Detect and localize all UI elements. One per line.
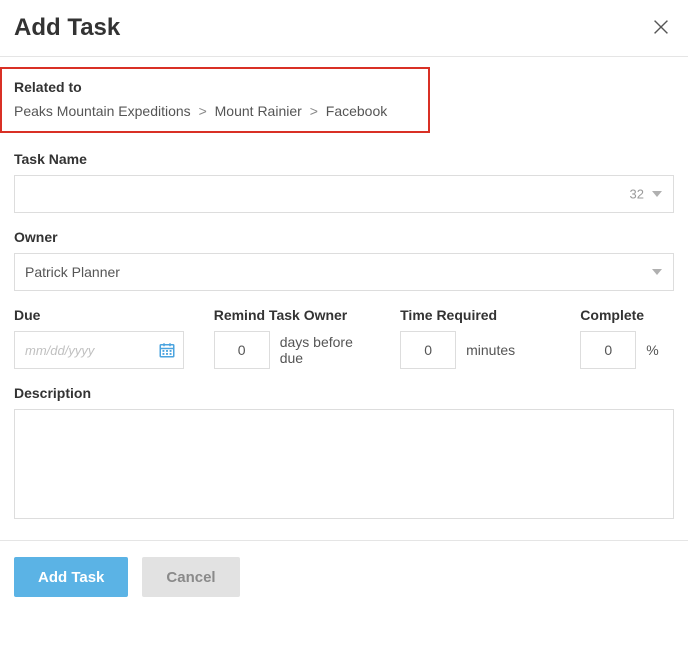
task-name-input[interactable] — [14, 175, 674, 213]
dialog-title: Add Task — [14, 14, 120, 42]
description-textarea[interactable] — [14, 409, 674, 519]
breadcrumb-item[interactable]: Peaks Mountain Expeditions — [14, 103, 191, 119]
complete-field: Complete % — [580, 307, 674, 369]
breadcrumb-item[interactable]: Mount Rainier — [215, 103, 302, 119]
time-required-field: Time Required minutes — [400, 307, 556, 369]
task-name-label: Task Name — [14, 151, 674, 167]
owner-field: Owner Patrick Planner — [14, 229, 674, 291]
remind-unit: days before due — [280, 334, 376, 366]
add-task-button[interactable]: Add Task — [14, 557, 128, 597]
owner-selected-value: Patrick Planner — [25, 264, 120, 280]
complete-input[interactable] — [580, 331, 636, 369]
time-required-input[interactable] — [400, 331, 456, 369]
remind-field: Remind Task Owner days before due — [214, 307, 376, 369]
related-to-box: Related to Peaks Mountain Expeditions > … — [0, 67, 430, 133]
close-icon[interactable] — [650, 16, 674, 40]
related-to-label: Related to — [14, 79, 416, 95]
calendar-icon[interactable] — [158, 341, 176, 359]
time-required-label: Time Required — [400, 307, 556, 323]
add-task-dialog: Add Task Related to Peaks Mountain Exped… — [0, 0, 688, 613]
description-label: Description — [14, 385, 674, 401]
task-name-field: Task Name 32 — [14, 151, 674, 213]
description-field: Description — [14, 385, 674, 524]
breadcrumb: Peaks Mountain Expeditions > Mount Raini… — [14, 103, 416, 119]
cancel-button[interactable]: Cancel — [142, 557, 239, 597]
caret-down-icon[interactable] — [652, 189, 662, 199]
remind-days-input[interactable] — [214, 331, 270, 369]
owner-label: Owner — [14, 229, 674, 245]
breadcrumb-separator: > — [195, 103, 211, 119]
schedule-row: Due Remind — [14, 307, 674, 369]
complete-label: Complete — [580, 307, 674, 323]
caret-down-icon — [652, 267, 662, 277]
dialog-footer: Add Task Cancel — [0, 540, 688, 613]
form-body: Task Name 32 Owner Patrick Planner — [0, 143, 688, 524]
char-counter: 32 — [630, 187, 644, 202]
time-required-unit: minutes — [466, 342, 515, 358]
owner-select[interactable]: Patrick Planner — [14, 253, 674, 291]
breadcrumb-separator: > — [306, 103, 322, 119]
due-label: Due — [14, 307, 190, 323]
breadcrumb-item[interactable]: Facebook — [326, 103, 387, 119]
complete-unit: % — [646, 342, 658, 358]
dialog-header: Add Task — [0, 0, 688, 57]
remind-label: Remind Task Owner — [214, 307, 376, 323]
due-field: Due — [14, 307, 190, 369]
